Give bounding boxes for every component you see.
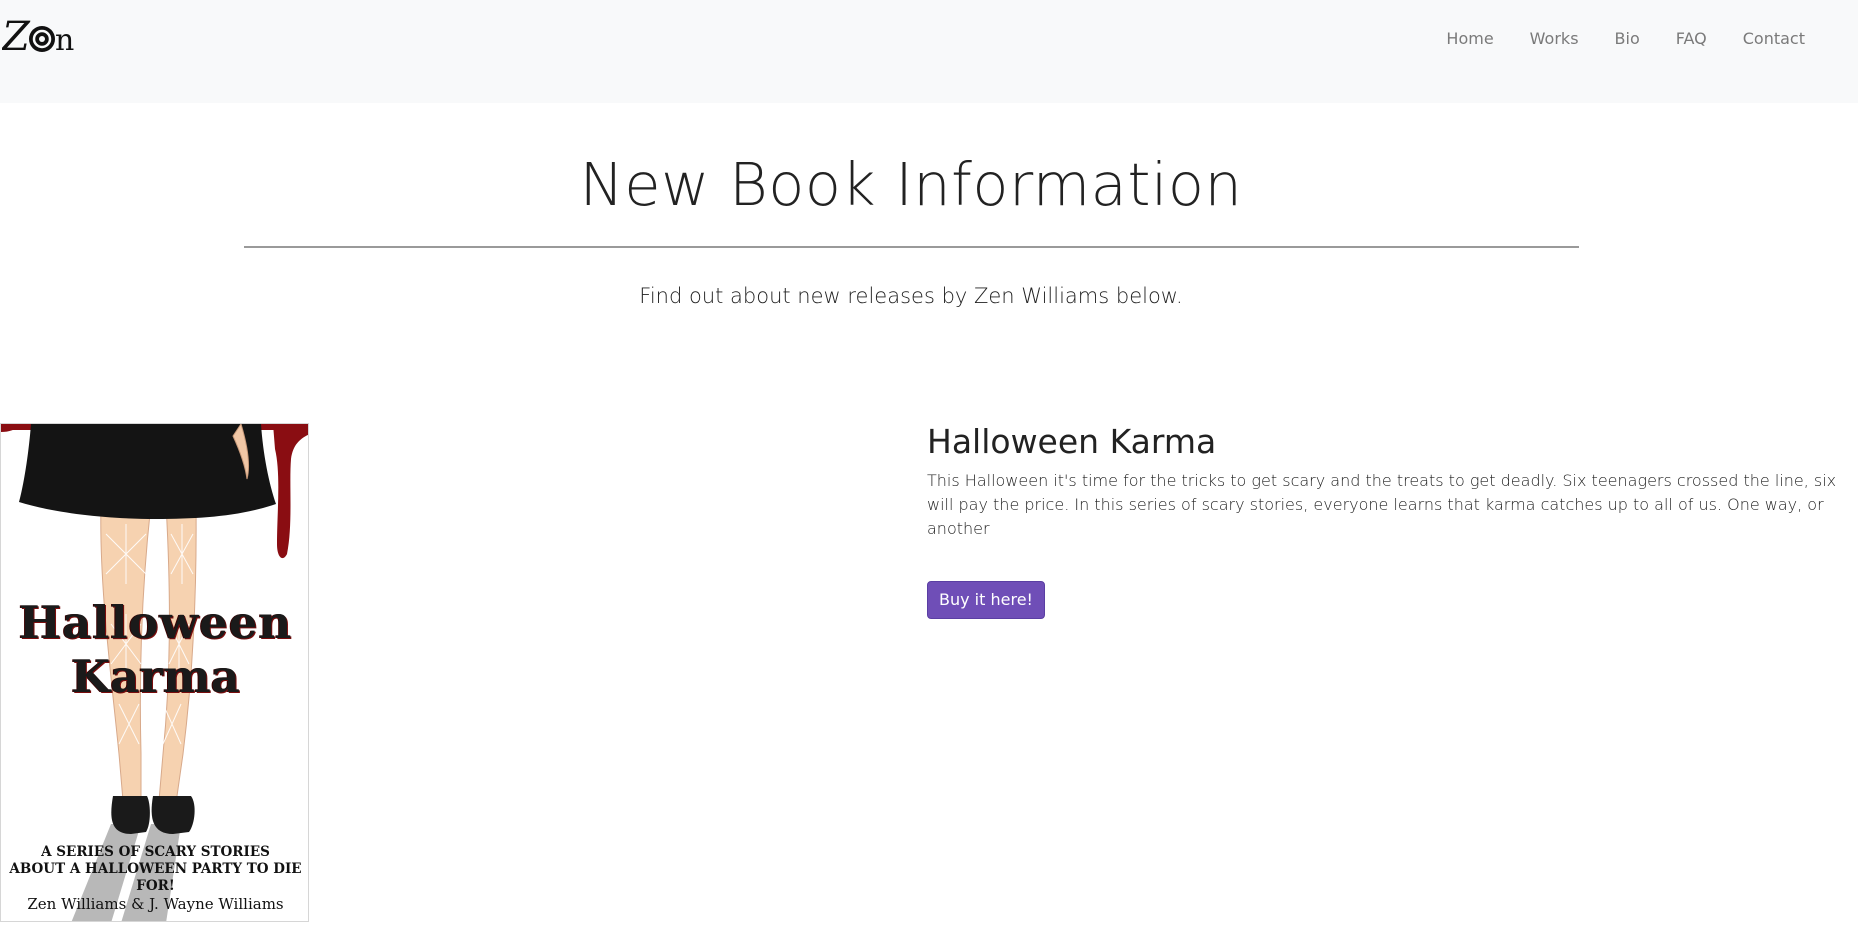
book-description: This Halloween it's time for the tricks …: [927, 471, 1837, 538]
nav-links: Home Works Bio FAQ Contact: [1428, 28, 1805, 50]
book-info: Halloween Karma This Halloween it's time…: [927, 420, 1842, 619]
book-title: Halloween Karma: [927, 422, 1217, 461]
cover-authors: Zen Williams & J. Wayne Williams: [27, 895, 284, 913]
navbar: Z n Home Works Bio FAQ Contact: [0, 0, 1858, 103]
cover-tagline-line1: A SERIES OF SCARY STORIES: [41, 844, 270, 860]
cover-title-line2: Karma: [71, 650, 240, 703]
svg-text:n: n: [55, 23, 74, 58]
page-subtitle: Find out about new releases by Zen Willi…: [639, 284, 1183, 308]
buy-button[interactable]: Buy it here!: [927, 581, 1045, 619]
cover-title-line1: Halloween: [18, 596, 293, 649]
site-logo[interactable]: Z n: [0, 14, 82, 62]
nav-link-bio[interactable]: Bio: [1597, 28, 1658, 50]
zen-logo-icon: Z n: [0, 14, 74, 60]
book-cover-image: Halloween Karma A SERIES OF SCARY STORIE…: [0, 423, 309, 922]
title-divider: [244, 246, 1579, 248]
nav-link-faq[interactable]: FAQ: [1658, 28, 1725, 50]
nav-link-works[interactable]: Works: [1512, 28, 1597, 50]
nav-link-contact[interactable]: Contact: [1725, 28, 1805, 50]
nav-link-home[interactable]: Home: [1428, 28, 1511, 50]
page-title: New Book Information: [579, 150, 1243, 219]
cover-tagline-line2: ABOUT A HALLOWEEN PARTY TO DIE FOR!: [9, 861, 302, 894]
svg-text:Z: Z: [2, 14, 31, 60]
